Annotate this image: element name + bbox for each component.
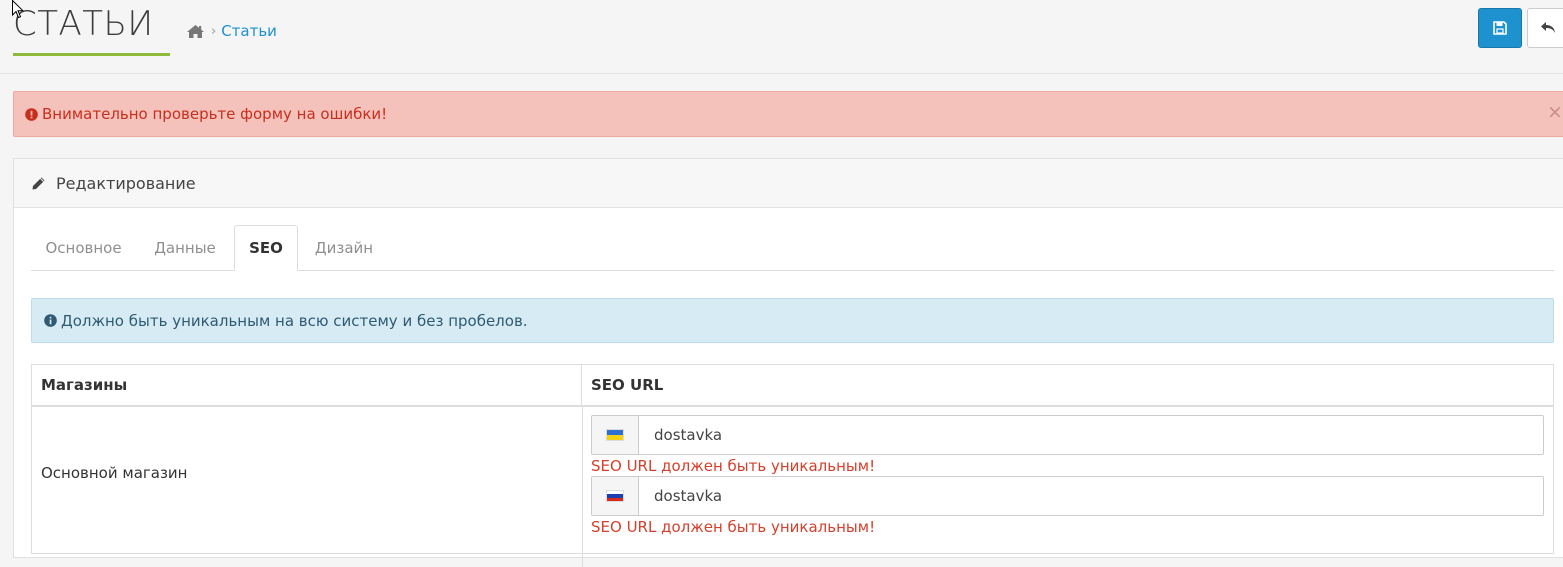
seo-table: Магазины SEO URL Основной магазин dostav… <box>31 364 1554 567</box>
seo-url-field-ua[interactable]: dostavka <box>591 415 1544 455</box>
seo-url-field-ru[interactable]: dostavka <box>591 476 1544 516</box>
info-alert: Должно быть уникальным на всю систему и … <box>31 298 1554 343</box>
ua-flag-icon <box>606 429 624 441</box>
breadcrumb-separator: › <box>211 23 217 39</box>
seo-url-error-ua: SEO URL должен быть уникальным! <box>591 457 876 475</box>
panel-heading: Редактирование <box>14 159 1563 208</box>
language-addon <box>592 416 639 454</box>
save-icon <box>1493 21 1507 35</box>
seo-url-error-ru: SEO URL должен быть уникальным! <box>591 518 876 536</box>
store-name: Основной магазин <box>41 464 188 482</box>
mouse-cursor-icon <box>12 0 25 23</box>
tabs: Основное Данные SEO Дизайн <box>31 225 1554 271</box>
back-button[interactable] <box>1527 8 1563 48</box>
seo-url-input-ua[interactable]: dostavka <box>639 416 1543 454</box>
title-underline <box>13 53 170 56</box>
close-icon[interactable]: × <box>1547 101 1563 123</box>
table-header-stores: Магазины <box>32 365 582 405</box>
tab-design[interactable]: Дизайн <box>302 225 386 270</box>
exclamation-circle-icon <box>25 107 38 121</box>
seo-url-input-ru[interactable]: dostavka <box>639 477 1543 515</box>
table-header-divider <box>32 405 1553 407</box>
page-header: СТАТЬИ › Статьи <box>0 0 1563 74</box>
info-alert-message: Должно быть уникальным на всю систему и … <box>61 311 528 330</box>
table-header-seo-url: SEO URL <box>591 376 664 394</box>
pencil-icon <box>31 176 46 191</box>
reply-icon <box>1540 21 1556 35</box>
tab-data[interactable]: Данные <box>139 225 231 270</box>
breadcrumb-link-articles[interactable]: Статьи <box>221 22 277 40</box>
table-column-divider <box>582 407 583 567</box>
page-title: СТАТЬИ <box>13 4 154 44</box>
ru-flag-icon <box>606 490 624 502</box>
language-addon <box>592 477 639 515</box>
tab-seo[interactable]: SEO <box>234 225 298 271</box>
error-alert-message: Внимательно проверьте форму на ошибки! <box>42 105 388 123</box>
panel-title: Редактирование <box>56 173 196 193</box>
tab-main[interactable]: Основное <box>31 225 136 270</box>
info-circle-icon <box>44 314 57 327</box>
error-alert: Внимательно проверьте форму на ошибки! <box>13 91 1563 137</box>
breadcrumb: › Статьи <box>186 20 277 42</box>
save-button[interactable] <box>1478 8 1522 48</box>
home-icon[interactable] <box>186 24 205 39</box>
